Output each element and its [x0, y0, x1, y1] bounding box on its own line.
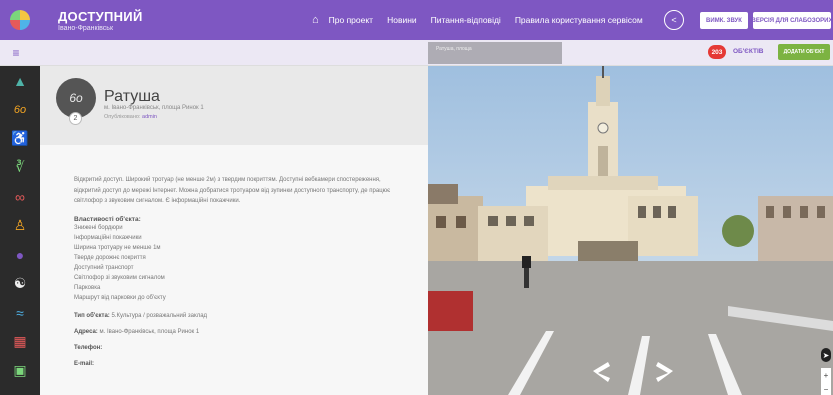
property-item: Маршрут від парковки до об'єкту [74, 294, 166, 301]
property-item: Доступний транспорт [74, 264, 134, 271]
home-icon[interactable]: ⌂ [312, 14, 319, 26]
nav-rules[interactable]: Правила користування сервісом [515, 15, 643, 25]
place-header: 6o 2 Ратуша м. Івано-Франківськ, площа Р… [40, 66, 428, 145]
street-view-panorama[interactable]: ➤ + − [428, 66, 833, 395]
place-title: Ратуша [104, 88, 160, 105]
share-icon[interactable]: < [664, 10, 684, 30]
bus-icon[interactable]: ▣ [0, 356, 40, 385]
property-item: Тверде дорожнє покриття [74, 254, 146, 261]
type-label: Тип об'єкта: [74, 312, 110, 319]
brand[interactable]: ДОСТУПНИЙ Івано-Франківськ [58, 9, 143, 32]
nav-about[interactable]: Про проект [329, 15, 373, 25]
objects-count-label: ОБ'ЄКТІВ [733, 48, 764, 55]
walking-icon[interactable]: ☯ [0, 269, 40, 298]
logo[interactable] [0, 0, 40, 40]
zoom-in-button[interactable]: + [821, 368, 831, 382]
brand-title: ДОСТУПНИЙ [58, 8, 143, 24]
property-item: Світлофор зі звуковим сигналом [74, 274, 165, 281]
head-icon[interactable]: ● [0, 240, 40, 269]
email-field: E-mail: [74, 361, 428, 367]
type-field: Тип об'єкта: 5.Культура / розважальний з… [74, 313, 428, 319]
low-vision-button[interactable]: ВЕРСІЯ ДЛЯ СЛАБОЗОРИХ [752, 12, 833, 29]
wheelchair-icon[interactable]: ♿ [0, 124, 40, 153]
properties-title: Властивості об'єкта: [74, 215, 141, 223]
address-label: Адреса: [74, 328, 98, 335]
publisher-link[interactable]: admin [142, 114, 157, 120]
sound-toggle-button[interactable]: ВИМК. ЗВУК [700, 12, 748, 29]
bicycle-icon[interactable]: ∞ [0, 182, 40, 211]
nav-faq[interactable]: Питання-відповіді [431, 15, 501, 25]
type-value: 5.Культура / розважальний заклад [111, 312, 208, 319]
property-item: Інформаційні покажчики [74, 234, 142, 241]
rating-badge: 2 [69, 112, 82, 125]
map-icon[interactable]: ▲ [0, 66, 40, 95]
wifi-icon[interactable]: ≈ [0, 298, 40, 327]
phone-field: Телефон: [74, 345, 428, 351]
main-nav: ⌂ Про проект Новини Питання-відповіді Пр… [312, 0, 657, 40]
property-item: Знижені бордюри [74, 224, 123, 231]
property-item: Парковка [74, 284, 101, 291]
building-icon[interactable]: ▦ [0, 327, 40, 356]
family-icon[interactable]: ♙ [0, 211, 40, 240]
address-field: Адреса: м. Івано-Франківськ, площа Ринок… [74, 329, 428, 335]
zoom-out-button[interactable]: − [821, 382, 831, 395]
published-prefix: Опубліковано: [104, 114, 143, 120]
published-by: Опубліковано: admin [104, 114, 157, 120]
phone-label: Телефон: [74, 344, 103, 351]
glasses-icon[interactable]: 6o [0, 95, 40, 124]
email-label: E-mail: [74, 360, 95, 367]
place-description: Відкритий доступ. Широкий тротуар (не ме… [74, 177, 391, 204]
place-details: Відкритий доступ. Широкий тротуар (не ме… [40, 145, 428, 395]
objects-count-badge: 203 [708, 45, 726, 59]
nav-news[interactable]: Новини [387, 15, 417, 25]
add-object-button[interactable]: ДОДАТИ ОБ'ЄКТ [778, 44, 830, 60]
hearing-icon[interactable]: ∛ [0, 153, 40, 182]
streetview-location-label: Ратуша, площа [428, 42, 562, 64]
address-value: м. Івано-Франківськ, площа Ринок 1 [99, 328, 200, 335]
property-item: Ширина тротуару не менше 1м [74, 244, 161, 251]
street-view-image [428, 66, 833, 395]
place-address: м. Івано-Франківськ, площа Ринок 1 [104, 105, 204, 111]
filter-icon[interactable]: ≡ [8, 46, 24, 60]
brand-subtitle: Івано-Франківськ [58, 24, 114, 32]
category-sidebar: ▲ 6o ♿ ∛ ∞ ♙ ● ☯ ≈ ▦ ▣ [0, 66, 40, 395]
top-header: ДОСТУПНИЙ Івано-Франківськ ⌂ Про проект … [0, 0, 833, 40]
logo-icon [10, 10, 30, 30]
compass-icon[interactable]: ➤ [821, 348, 831, 362]
